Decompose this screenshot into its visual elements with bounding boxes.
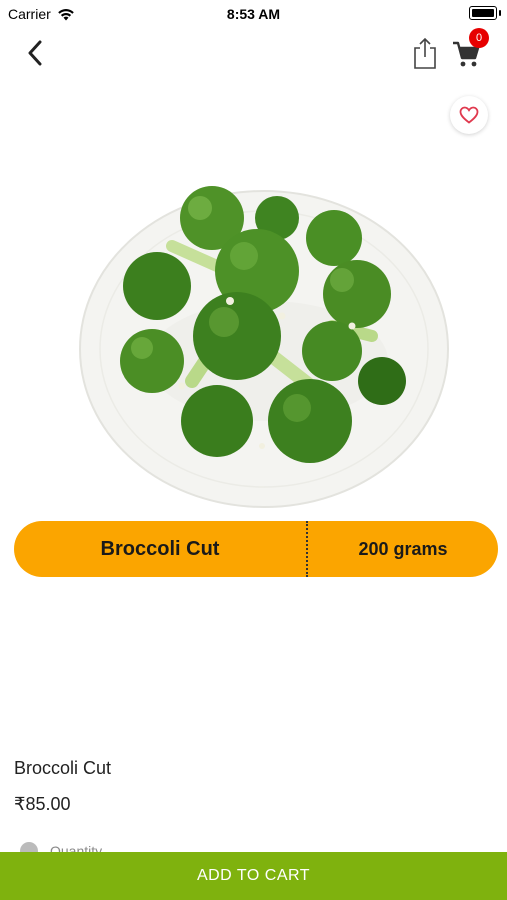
pill-product-name: Broccoli Cut xyxy=(100,537,220,560)
heart-icon xyxy=(459,106,479,124)
chevron-left-icon xyxy=(28,40,42,66)
pill-product-weight: 200 grams xyxy=(358,538,448,559)
share-icon xyxy=(414,37,436,69)
product-name-pill: Broccoli Cut 200 grams xyxy=(14,521,498,577)
product-image xyxy=(79,186,449,508)
add-to-cart-button[interactable]: ADD TO CART xyxy=(0,852,507,900)
back-button[interactable] xyxy=(20,36,50,70)
share-button[interactable] xyxy=(412,36,442,72)
battery-icon xyxy=(469,6,501,20)
cart-button[interactable]: 0 xyxy=(452,28,489,72)
cart-count-badge: 0 xyxy=(469,28,489,48)
product-price: ₹85.00 xyxy=(14,794,71,814)
status-bar: Carrier 8:53 AM xyxy=(0,0,507,28)
product-title: Broccoli Cut xyxy=(14,758,112,778)
nav-bar: 0 xyxy=(0,28,507,78)
clock: 8:53 AM xyxy=(226,6,281,22)
favorite-button[interactable] xyxy=(450,96,488,134)
